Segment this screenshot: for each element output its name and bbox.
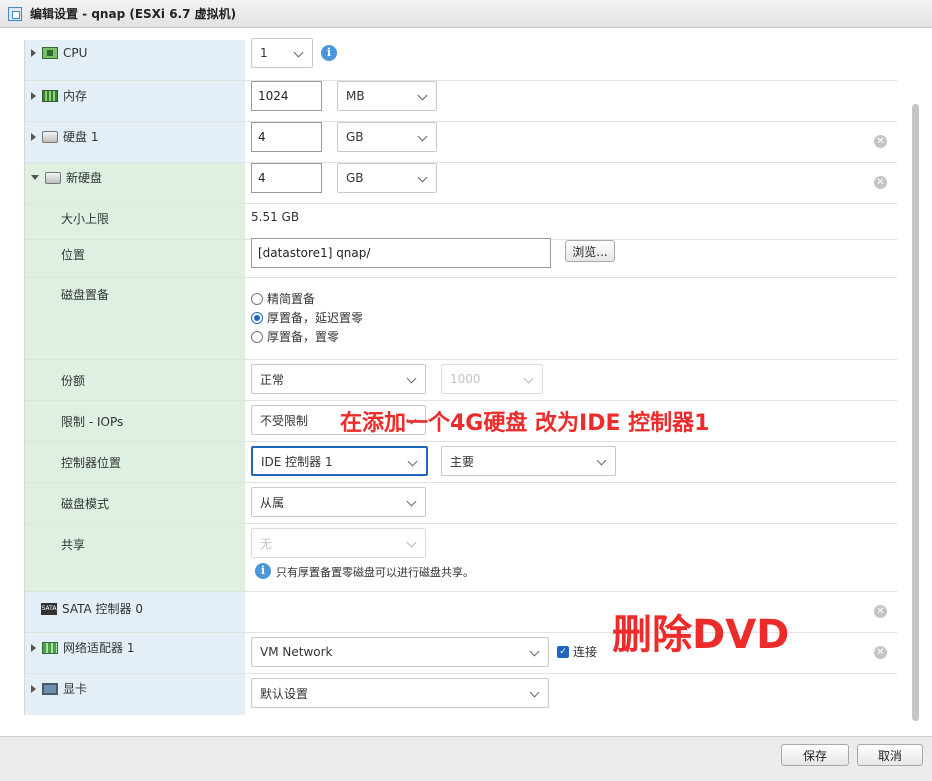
window-title: 编辑设置 - qnap (ESXi 6.7 虚拟机) (30, 7, 237, 21)
shares-select[interactable]: 正常 (251, 364, 426, 394)
display-row: 显卡 默认设置 (25, 674, 897, 715)
save-button[interactable]: 保存 (781, 744, 849, 766)
connect-checkbox[interactable]: ✓ 连接 (557, 643, 597, 660)
scrollbar[interactable] (912, 104, 919, 721)
network-icon (42, 641, 58, 654)
shares-row: 份额 正常 1000 (25, 360, 897, 401)
controller-select[interactable]: IDE 控制器 1 (251, 446, 428, 476)
newdisk-label[interactable]: 新硬盘 (31, 169, 102, 186)
cpu-row: CPU 1 i (25, 38, 897, 81)
memory-unit-select[interactable]: MB (337, 81, 437, 111)
disk1-label[interactable]: 硬盘 1 (31, 128, 98, 145)
sata-icon: SATA (41, 602, 57, 615)
newdisk-unit-select[interactable]: GB (337, 163, 437, 193)
network-label[interactable]: 网络适配器 1 (31, 639, 134, 656)
newdisk-size-input[interactable]: 4 (251, 163, 322, 193)
sharing-label: 共享 (61, 538, 86, 552)
disk1-size-input[interactable]: 4 (251, 122, 322, 152)
diskmode-label: 磁盘模式 (61, 497, 110, 511)
title-bar: 编辑设置 - qnap (ESXi 6.7 虚拟机) (0, 0, 932, 28)
location-label: 位置 (61, 248, 86, 262)
diskmode-select[interactable]: 从属 (251, 487, 426, 517)
cpu-icon (42, 47, 58, 59)
expand-arrow-icon[interactable] (31, 643, 36, 652)
radio-icon[interactable] (251, 292, 263, 305)
maxsize-value: 5.51 GB (251, 210, 300, 224)
monitor-icon (42, 682, 58, 695)
memory-label[interactable]: 内存 (31, 87, 87, 104)
limit-label: 限制 - IOPs (61, 415, 124, 429)
collapse-arrow-icon[interactable] (31, 175, 39, 180)
controller-row: 控制器位置 IDE 控制器 1 主要 (25, 442, 897, 483)
sata-label[interactable]: SATA SATA 控制器 0 (41, 600, 143, 617)
display-label[interactable]: 显卡 (31, 680, 87, 697)
display-select[interactable]: 默认设置 (251, 678, 549, 708)
info-icon: i (255, 563, 271, 579)
radio-selected-icon[interactable] (251, 311, 263, 324)
maxsize-label: 大小上限 (61, 212, 110, 226)
disk-icon (42, 130, 58, 143)
checkbox-checked-icon[interactable]: ✓ (557, 645, 569, 658)
provision-option-thick-eager[interactable]: 厚置备，置零 (251, 328, 339, 345)
cpu-select[interactable]: 1 (251, 38, 313, 68)
expand-arrow-icon[interactable] (31, 49, 36, 57)
expand-arrow-icon[interactable] (31, 132, 36, 141)
memory-input[interactable]: 1024 (251, 81, 322, 111)
cancel-button[interactable]: 取消 (857, 744, 923, 766)
provision-option-thin[interactable]: 精简置备 (251, 290, 315, 307)
sharing-select[interactable]: 无 (251, 528, 426, 558)
annotation-dvd: 删除DVD (612, 612, 790, 658)
shares-label: 份额 (61, 374, 86, 388)
vm-icon (8, 6, 22, 21)
info-icon[interactable]: i (321, 45, 337, 61)
controller-position-select[interactable]: 主要 (441, 446, 616, 476)
radio-icon[interactable] (251, 330, 263, 343)
sharing-row: 共享 无 i 只有厚置备置零磁盘可以进行磁盘共享。 (25, 524, 897, 592)
cpu-label[interactable]: CPU (31, 46, 87, 60)
provision-option-thick-lazy[interactable]: 厚置备，延迟置零 (251, 309, 363, 326)
disk1-unit-select[interactable]: GB (337, 122, 437, 152)
diskmode-row: 磁盘模式 从属 (25, 483, 897, 524)
remove-icon[interactable]: ✕ (874, 605, 887, 618)
dialog-footer: 保存 取消 (0, 736, 932, 781)
remove-icon[interactable]: ✕ (874, 646, 887, 659)
memory-icon (42, 89, 58, 102)
expand-arrow-icon[interactable] (31, 684, 36, 693)
expand-arrow-icon[interactable] (31, 91, 36, 100)
disk1-row: 硬盘 1 4 GB ✕ (25, 122, 897, 163)
sharing-note: 只有厚置备置零磁盘可以进行磁盘共享。 (276, 566, 474, 579)
location-row: 位置 [datastore1] qnap/ 浏览... (25, 238, 897, 278)
maxsize-row: 大小上限 5.51 GB (25, 204, 897, 240)
remove-icon[interactable]: ✕ (874, 176, 887, 189)
annotation-ide: 在添加一个4G硬盘 改为IDE 控制器1 (340, 411, 710, 436)
controller-label: 控制器位置 (61, 456, 122, 470)
location-input[interactable]: [datastore1] qnap/ (251, 238, 551, 268)
provision-row: 磁盘置备 精简置备 厚置备，延迟置零 厚置备，置零 (25, 278, 897, 360)
browse-button[interactable]: 浏览... (565, 240, 615, 262)
shares-value-select[interactable]: 1000 (441, 364, 543, 394)
network-select[interactable]: VM Network (251, 637, 549, 667)
provision-label: 磁盘置备 (61, 288, 110, 302)
newdisk-row: 新硬盘 4 GB ✕ (25, 163, 897, 204)
dialog-body: CPU 1 i 内存 1024 MB 硬盘 1 4 GB ✕ 新硬盘 4 GB … (0, 28, 932, 736)
memory-row: 内存 1024 MB (25, 81, 897, 122)
remove-icon[interactable]: ✕ (874, 135, 887, 148)
disk-icon (45, 171, 61, 184)
edit-settings-dialog: 编辑设置 - qnap (ESXi 6.7 虚拟机) CPU 1 i 内存 10… (0, 0, 932, 781)
